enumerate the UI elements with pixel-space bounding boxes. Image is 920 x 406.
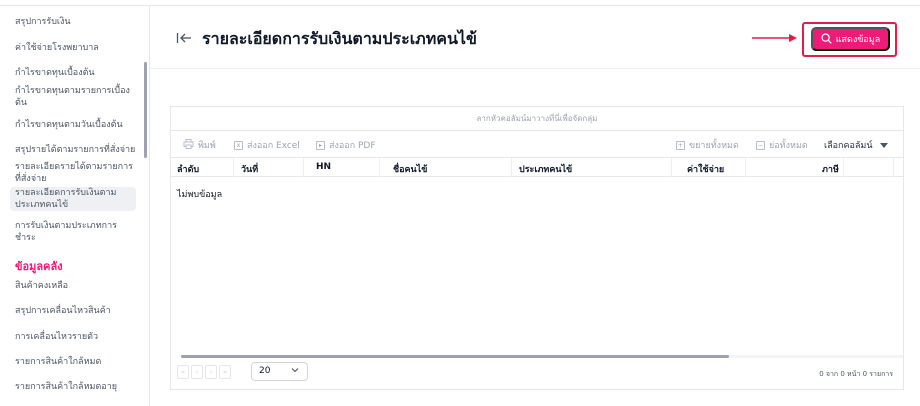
collapse-icon: − — [756, 140, 765, 150]
page-title: รายละเอียดการรับเงินตามประเภทคนไข้ — [202, 29, 477, 48]
column-separator — [379, 158, 380, 177]
column-header[interactable]: ค่าใช้จ่าย — [687, 162, 724, 176]
sidebar-item-stock-movement-summary[interactable]: สรุปการเคลื่อนไหวสินค้า — [15, 305, 137, 317]
show-data-label: แสดงข้อมูล — [835, 34, 881, 44]
chevron-down-icon — [880, 142, 889, 148]
export-pdf-label: ส่งออก PDF — [329, 141, 376, 151]
first-page-icon[interactable]: « — [177, 365, 189, 379]
data-grid: ลากหัวคอลัมน์มาวางที่นี่เพื่อจัดกลุ่ม พิ… — [170, 106, 904, 390]
group-hint: ลากหัวคอลัมน์มาวางที่นี่เพื่อจัดกลุ่ม — [476, 114, 598, 123]
sidebar: สรุปการรับเงิน ค่าใช้จ่ายโรงพยาบาล กำไรข… — [0, 6, 150, 406]
search-icon — [821, 32, 832, 46]
sidebar-item-low-stock[interactable]: รายการสินค้าใกล้หมด — [15, 356, 137, 368]
page-size-select[interactable]: 20 — [251, 362, 308, 381]
collapse-left-icon[interactable] — [176, 31, 192, 45]
collapse-all-label: ย่อทั้งหมด — [769, 141, 808, 151]
grid-toolbar: พิมพ์ x ส่งออก Excel ▸ ส่งออก PDF + ขยาย… — [171, 132, 903, 156]
excel-icon: x — [234, 140, 243, 150]
collapse-all-button[interactable]: − ย่อทั้งหมด — [756, 138, 808, 152]
export-excel-button[interactable]: x ส่งออก Excel — [234, 138, 300, 152]
page-size-value: 20 — [259, 366, 271, 376]
sidebar-item-payment-summary[interactable]: สรุปการรับเงิน — [15, 16, 137, 28]
printer-icon — [183, 138, 194, 152]
column-separator — [671, 158, 672, 177]
print-label: พิมพ์ — [198, 141, 216, 151]
pager-controls: « ‹ › » — [177, 365, 231, 381]
sidebar-item-profit-loss[interactable]: กำไรขาดทุนเบื้องต้น — [15, 67, 137, 79]
export-excel-label: ส่งออก Excel — [247, 141, 300, 151]
sidebar-item-payment-by-method[interactable]: การรับเงินตามประเภทการชำระ — [15, 220, 137, 244]
column-header[interactable]: วันที่ — [241, 162, 258, 176]
prev-page-icon[interactable]: ‹ — [191, 365, 203, 379]
print-button[interactable]: พิมพ์ — [183, 138, 216, 152]
choose-columns-button[interactable]: เลือกคอลัมน์ — [824, 138, 889, 152]
column-separator — [233, 158, 234, 177]
column-header[interactable]: ลำดับ — [177, 162, 199, 176]
sidebar-item-near-expiry[interactable]: รายการสินค้าใกล้หมดอายุ — [15, 381, 137, 393]
sidebar-section-heading: ข้อมูลคลัง — [15, 260, 63, 273]
expand-all-label: ขยายทั้งหมด — [689, 141, 739, 151]
column-separator — [745, 158, 746, 177]
column-separator — [893, 158, 894, 177]
sidebar-item-payment-by-patient-type[interactable]: รายละเอียดการรับเงินตามประเภทคนไข้ — [10, 187, 136, 211]
sidebar-item-stock-remaining[interactable]: สินค้าคงเหลือ — [15, 280, 137, 292]
empty-message: ไม่พบข้อมูล — [177, 190, 223, 200]
group-drop-zone[interactable]: ลากหัวคอลัมน์มาวางที่นี่เพื่อจัดกลุ่ม — [171, 107, 903, 131]
column-header[interactable]: HN — [316, 162, 331, 172]
sidebar-scrollbar[interactable] — [144, 62, 147, 158]
last-page-icon[interactable]: » — [219, 365, 231, 379]
column-separator — [511, 158, 512, 177]
sidebar-item-profit-loss-by-day[interactable]: กำไรขาดทุนตามวันเบื้องต้น — [15, 119, 137, 131]
export-pdf-button[interactable]: ▸ ส่งออก PDF — [316, 138, 376, 152]
column-header[interactable]: ประเภทคนไข้ — [519, 162, 572, 176]
show-data-button[interactable]: แสดงข้อมูล — [811, 27, 890, 51]
table-header: ลำดับ วันที่ HN ชื่อคนไข้ ประเภทคนไข้ ค่… — [171, 157, 903, 177]
column-header[interactable]: ชื่อคนไข้ — [393, 162, 427, 176]
chevron-down-icon — [291, 366, 299, 376]
next-page-icon[interactable]: › — [205, 365, 217, 379]
expand-icon: + — [676, 140, 685, 150]
sidebar-item-income-detail-by-order[interactable]: รายละเอียดรายได้ตามรายการที่สั่งจ่าย — [15, 161, 137, 185]
sidebar-item-profit-loss-by-item[interactable]: กำไรขาดทุนตามรายการเบื้องต้น — [15, 85, 137, 109]
expand-all-button[interactable]: + ขยายทั้งหมด — [676, 138, 739, 152]
header-divider — [150, 68, 920, 69]
choose-columns-label: เลือกคอลัมน์ — [824, 141, 873, 151]
column-separator — [843, 158, 844, 177]
pdf-icon: ▸ — [316, 140, 325, 150]
sidebar-item-income-summary-by-order[interactable]: สรุปรายได้ตามรายการที่สั่งจ่าย — [15, 144, 137, 156]
column-header[interactable]: ภาษี — [822, 162, 839, 176]
sidebar-item-item-movement[interactable]: การเคลื่อนไหวรายตัว — [15, 331, 137, 343]
page-info: 0 จาก 0 หน้า 0 รายการ — [819, 370, 893, 378]
annotation-arrow-icon — [752, 34, 797, 42]
column-separator — [303, 158, 304, 177]
sidebar-item-hospital-expenses[interactable]: ค่าใช้จ่ายโรงพยาบาล — [15, 42, 137, 54]
horizontal-scrollbar[interactable] — [181, 355, 729, 358]
